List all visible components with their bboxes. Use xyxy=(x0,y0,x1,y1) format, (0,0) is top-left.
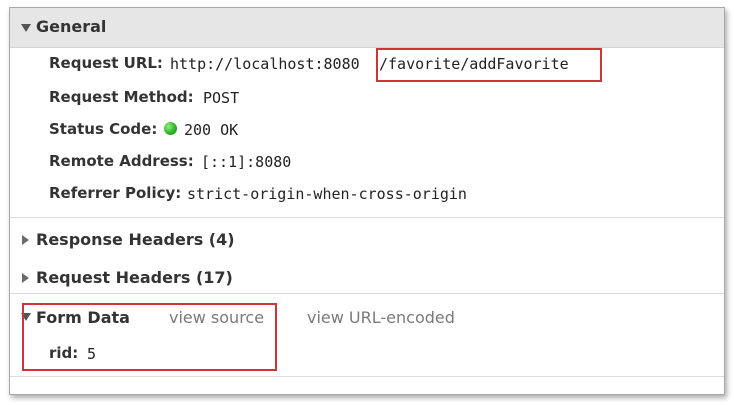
request-url-label: Request URL: xyxy=(49,54,163,72)
status-ok-icon xyxy=(164,122,177,135)
response-headers-title[interactable]: Response Headers (4) xyxy=(36,230,235,249)
expand-triangle-icon[interactable] xyxy=(22,235,29,245)
status-code-value: 200 OK xyxy=(184,121,239,139)
status-code-label: Status Code: xyxy=(49,120,158,138)
form-data-highlight xyxy=(22,303,277,371)
request-headers-title[interactable]: Request Headers (17) xyxy=(36,268,233,287)
general-section-header[interactable]: General xyxy=(10,8,724,48)
view-url-encoded-link[interactable]: view URL-encoded xyxy=(307,308,455,327)
request-url-host: http://localhost:8080 xyxy=(170,55,360,73)
request-url-highlight xyxy=(376,48,602,82)
section-divider xyxy=(10,376,724,377)
referrer-policy-value: strict-origin-when-cross-origin xyxy=(187,185,467,203)
referrer-policy-label: Referrer Policy: xyxy=(49,184,182,202)
section-divider xyxy=(10,293,724,294)
remote-address-value: [::1]:8080 xyxy=(201,153,292,171)
request-method-label: Request Method: xyxy=(49,88,194,106)
request-details-panel: General Request URL: http://localhost:80… xyxy=(9,7,725,395)
expand-triangle-icon[interactable] xyxy=(22,273,29,283)
section-divider xyxy=(10,217,724,218)
collapse-triangle-icon[interactable] xyxy=(21,24,31,32)
request-method-value: POST xyxy=(203,89,240,107)
general-section-title[interactable]: General xyxy=(36,17,106,36)
remote-address-label: Remote Address: xyxy=(49,152,194,170)
